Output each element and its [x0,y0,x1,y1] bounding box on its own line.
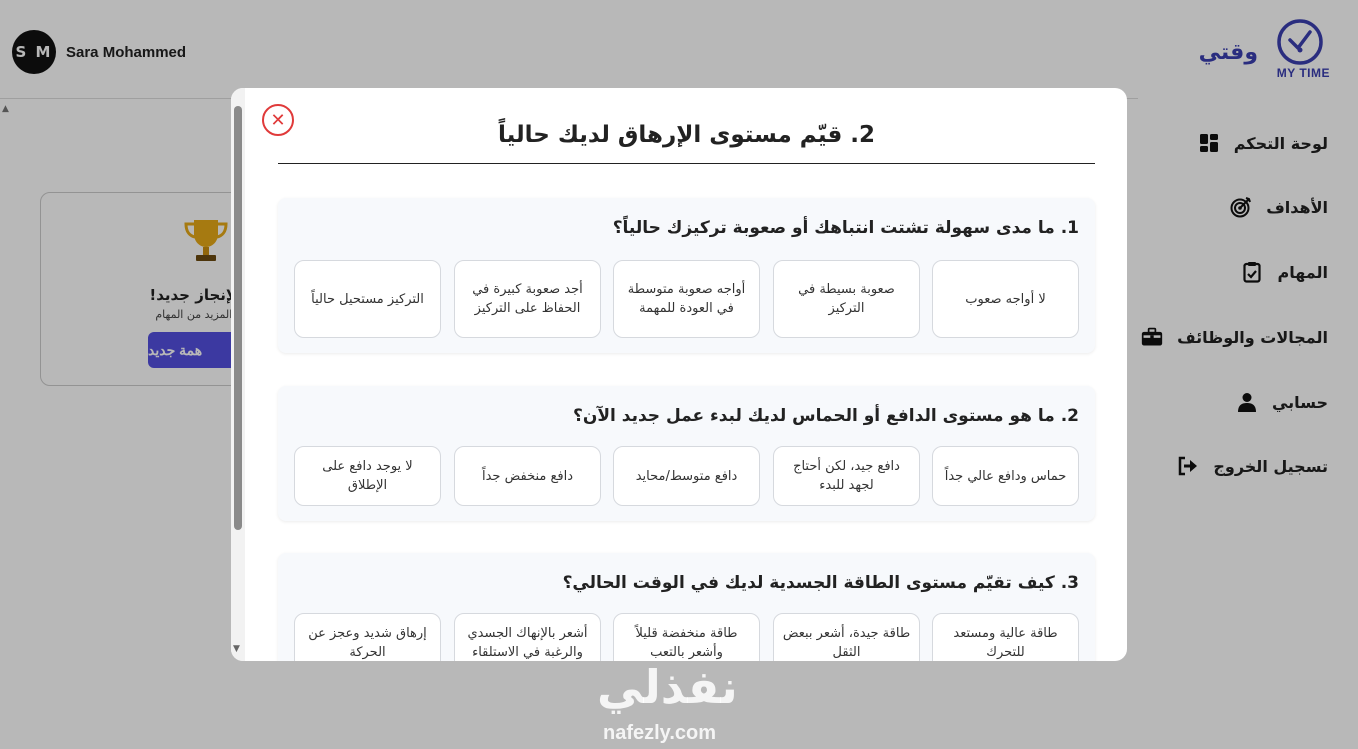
option-button[interactable]: لا يوجد دافع على الإطلاق [294,446,441,506]
title-divider [278,163,1095,164]
watermark-text-en: nafezly.com [603,722,716,744]
option-button[interactable]: أشعر بالإنهاك الجسدي والرغبة في الاستلقا… [454,613,601,661]
scroll-down-arrow-icon[interactable]: ▼ [233,644,240,654]
option-button[interactable]: إرهاق شديد وعجز عن الحركة [294,613,441,661]
option-button[interactable]: طاقة منخفضة قليلاً وأشعر بالتعب [613,613,760,661]
option-button[interactable]: دافع منخفض جداً [454,446,601,506]
burnout-modal: ▼ ✕ 2. قيّم مستوى الإرهاق لديك حالياً 1.… [231,88,1127,661]
option-button[interactable]: أجد صعوبة كبيرة في الحفاظ على التركيز [454,260,601,338]
option-button[interactable]: دافع جيد، لكن أحتاج لجهد للبدء [773,446,920,506]
option-button[interactable]: صعوبة بسيطة في التركيز [773,260,920,338]
option-button[interactable]: لا أواجه صعوب [932,260,1079,338]
question-text: 1. ما مدى سهولة تشتت انتباهك أو صعوبة تر… [612,218,1079,238]
option-button[interactable]: طاقة جيدة، أشعر ببعض الثقل [773,613,920,661]
question-text: 3. كيف تقيّم مستوى الطاقة الجسدية لديك ف… [562,573,1079,593]
modal-scrollbar[interactable]: ▼ [231,88,245,661]
option-button[interactable]: حماس ودافع عالي جداً [932,446,1079,506]
question-text: 2. ما هو مستوى الدافع أو الحماس لديك لبد… [572,406,1079,426]
option-button[interactable]: دافع متوسط/محايد [613,446,760,506]
option-button[interactable]: أواجه صعوبة متوسطة في العودة للمهمة [613,260,760,338]
option-button[interactable]: طاقة عالية ومستعد للتحرك [932,613,1079,661]
modal-title: 2. قيّم مستوى الإرهاق لديك حالياً [497,122,876,148]
question-card-2: 2. ما هو مستوى الدافع أو الحماس لديك لبد… [278,386,1095,521]
question-card-1: 1. ما مدى سهولة تشتت انتباهك أو صعوبة تر… [278,198,1095,353]
scrollbar-thumb[interactable] [234,106,242,530]
option-button[interactable]: التركيز مستحيل حالياً [294,260,441,338]
watermark-text-ar: نفذلي [597,660,738,714]
question-card-3: 3. كيف تقيّم مستوى الطاقة الجسدية لديك ف… [278,553,1095,661]
